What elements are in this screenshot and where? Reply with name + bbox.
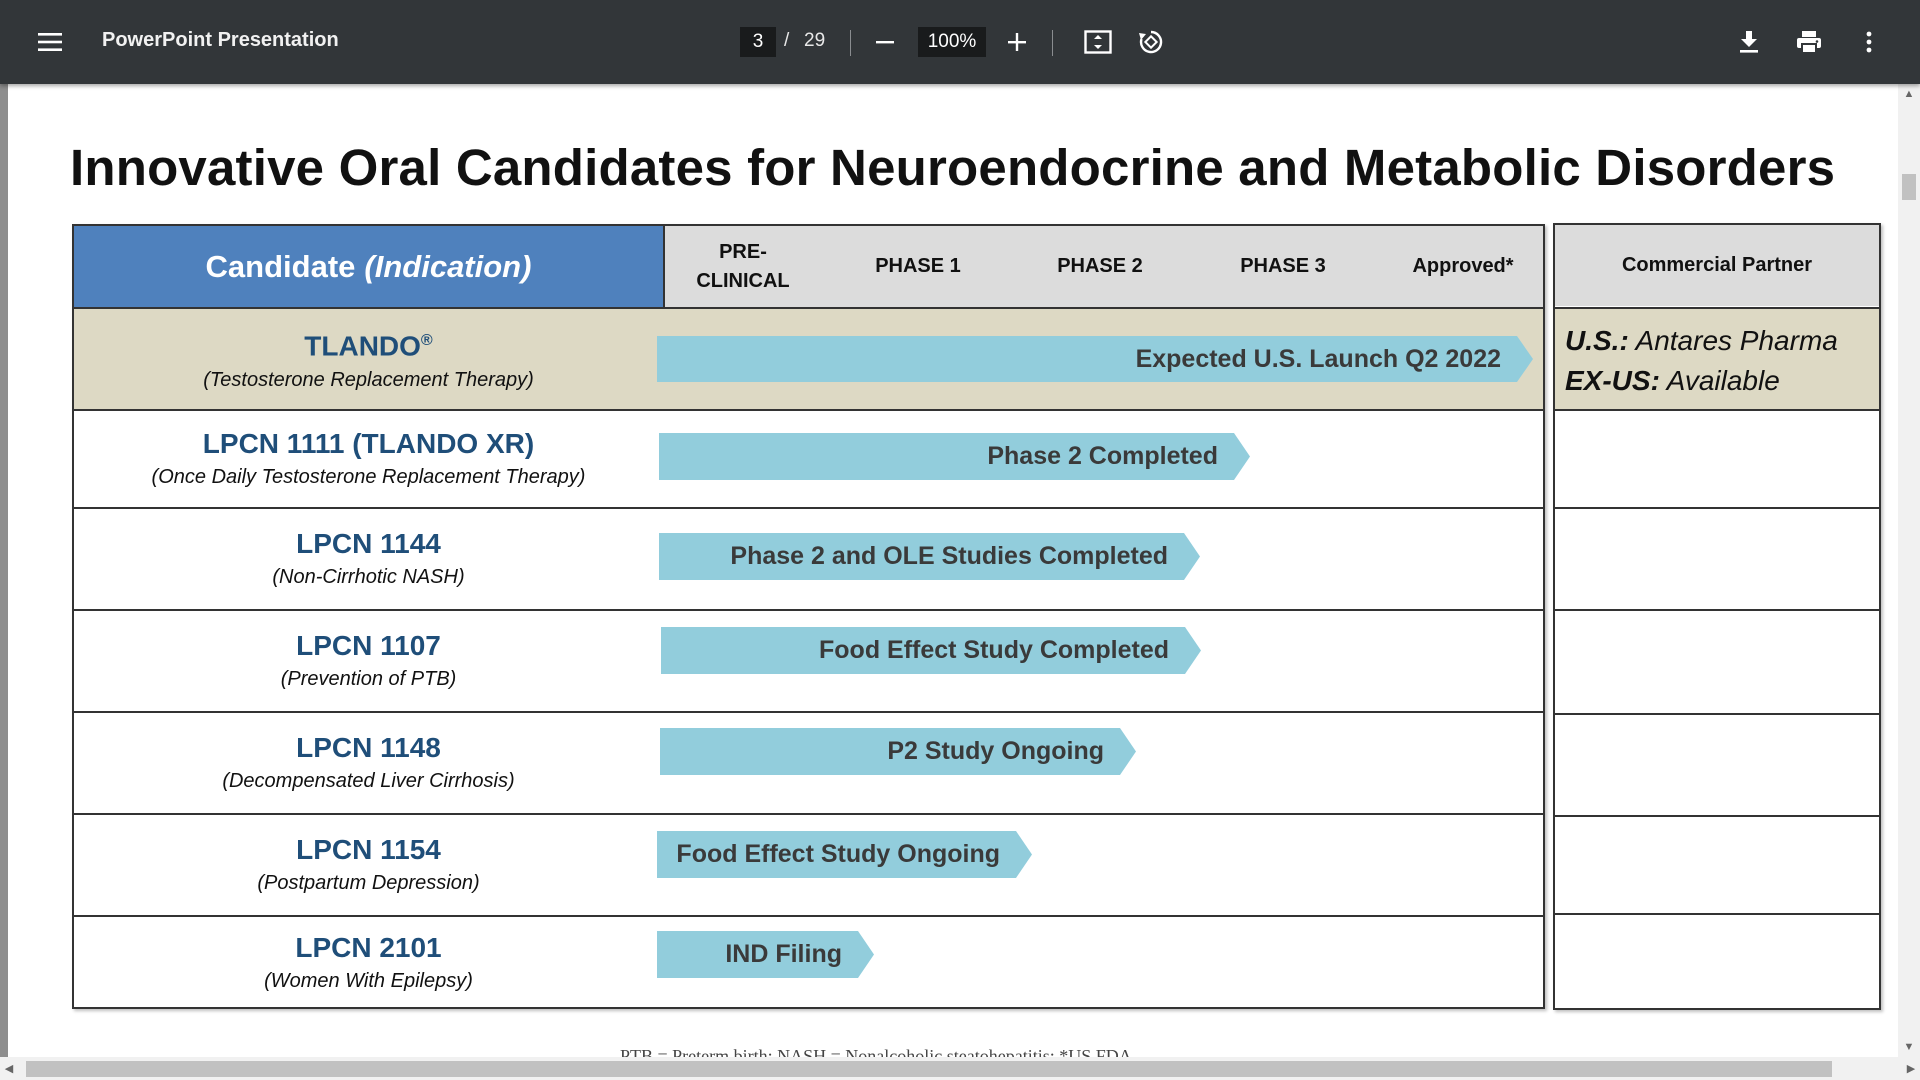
phase-label-approved: Approved*: [1412, 255, 1514, 277]
candidate-cell: LPCN 1111 (TLANDO XR) (Once Daily Testos…: [74, 411, 663, 507]
scroll-down-icon[interactable]: ▼: [1898, 1037, 1920, 1057]
commercial-partner-table: Commercial Partner U.S.: Antares Pharma …: [1553, 223, 1881, 1010]
document-title: PowerPoint Presentation: [102, 29, 339, 51]
pdf-page: Innovative Oral Candidates for Neuroendo…: [0, 84, 1898, 1057]
progress-arrow: IND Filing: [657, 931, 874, 978]
slide-title: Innovative Oral Candidates for Neuroendo…: [70, 139, 1836, 196]
partner-cell: [1555, 815, 1879, 913]
candidate-indication: (Decompensated Liver Cirrhosis): [222, 770, 515, 792]
candidate-name: LPCN 1144: [296, 528, 441, 559]
zoom-in-icon: [1008, 33, 1026, 51]
download-icon: [1740, 31, 1758, 53]
slide-footnote: PTB = Preterm birth; NASH = Nonalcoholic…: [620, 1046, 1132, 1057]
candidate-header-label: Candidate: [205, 248, 356, 284]
candidate-cell: LPCN 1144 (Non-Cirrhotic NASH): [74, 509, 663, 609]
candidate-indication: (Postpartum Depression): [257, 872, 480, 894]
horizontal-scroll-thumb[interactable]: [26, 1061, 1832, 1077]
candidate-name: TLANDO®: [304, 330, 433, 362]
pipeline-row: LPCN 1148 (Decompensated Liver Cirrhosis…: [74, 711, 1543, 813]
zoom-out-icon: [876, 41, 894, 44]
candidate-cell: LPCN 1154 (Postpartum Depression): [74, 815, 663, 915]
candidate-name: LPCN 2101: [295, 932, 442, 963]
candidate-indication: (Non-Cirrhotic NASH): [272, 566, 465, 588]
horizontal-scrollbar[interactable]: ◀ ▶: [0, 1057, 1920, 1080]
indication-header-label: (Indication): [364, 248, 532, 284]
phase-label-phase2: PHASE 2: [1057, 255, 1143, 277]
candidate-name: LPCN 1154: [296, 834, 441, 865]
progress-arrow: Food Effect Study Completed: [661, 627, 1201, 674]
vertical-scroll-thumb[interactable]: [1902, 174, 1916, 200]
candidate-indication: (Once Daily Testosterone Replacement The…: [151, 466, 586, 488]
download-button[interactable]: [1729, 22, 1769, 62]
candidate-indication: (Testosterone Replacement Therapy): [203, 368, 534, 391]
scroll-up-icon[interactable]: ▲: [1898, 84, 1920, 104]
progress-arrow: Food Effect Study Ongoing: [657, 831, 1032, 878]
candidate-indication: (Women With Epilepsy): [264, 970, 473, 992]
menu-button[interactable]: [30, 22, 70, 62]
partner-column-header: Commercial Partner: [1555, 225, 1879, 306]
partner-cell: [1555, 913, 1879, 1010]
scroll-right-icon[interactable]: ▶: [1902, 1057, 1920, 1080]
pipeline-table: Candidate (Indication) PRE- CLINICAL PHA…: [72, 224, 1545, 1009]
candidate-indication: (Prevention of PTB): [280, 668, 457, 690]
vertical-scrollbar[interactable]: ▲ ▼: [1898, 84, 1920, 1057]
progress-arrow: Phase 2 and OLE Studies Completed: [659, 533, 1200, 580]
candidate-cell: TLANDO® (Testosterone Replacement Therap…: [74, 309, 663, 409]
candidate-cell: LPCN 1107 (Prevention of PTB): [74, 611, 663, 711]
zoom-out-button[interactable]: [868, 22, 902, 62]
pipeline-row: LPCN 1154 (Postpartum Depression) Food E…: [74, 813, 1543, 915]
candidate-cell: LPCN 1148 (Decompensated Liver Cirrhosis…: [74, 713, 663, 813]
page-separator: /: [784, 30, 790, 51]
zoom-input[interactable]: 100%: [918, 27, 986, 57]
more-options-button[interactable]: [1849, 22, 1889, 62]
candidate-name: LPCN 1111 (TLANDO XR): [202, 428, 535, 459]
candidate-name: LPCN 1107: [296, 630, 441, 661]
progress-arrow: P2 Study Ongoing: [660, 728, 1136, 775]
page-total: 29: [804, 30, 826, 51]
phase-header: PRE- CLINICAL PHASE 1 PHASE 2 PHASE 3 Ap…: [663, 226, 1543, 307]
toolbar-divider: [1052, 30, 1053, 56]
pipeline-row: LPCN 2101 (Women With Epilepsy) IND Fili…: [74, 915, 1543, 1009]
toolbar-divider: [850, 30, 851, 56]
registered-mark: ®: [420, 332, 433, 350]
more-vert-icon: [1866, 31, 1872, 53]
partner-us: U.S.: Antares Pharma: [1565, 325, 1838, 356]
rotate-icon: [1139, 30, 1163, 54]
partner-cell: [1555, 507, 1879, 609]
pipeline-row: LPCN 1111 (TLANDO XR) (Once Daily Testos…: [74, 409, 1543, 507]
partner-cell: U.S.: Antares Pharma EX-US: Available: [1555, 307, 1879, 409]
partner-cell: [1555, 713, 1879, 815]
partner-exus: EX-US: Available: [1565, 365, 1780, 396]
scroll-left-icon[interactable]: ◀: [0, 1057, 18, 1080]
phase-label-phase1: PHASE 1: [875, 255, 961, 277]
viewer-left-edge: [0, 84, 8, 1057]
progress-arrow: Phase 2 Completed: [659, 433, 1250, 480]
pdf-toolbar: PowerPoint Presentation 3 / 29 100%: [0, 0, 1920, 84]
print-icon: [1797, 31, 1821, 54]
phase-label-preclinical: PRE- CLINICAL: [696, 240, 790, 292]
fit-page-icon: [1084, 30, 1112, 54]
print-button[interactable]: [1789, 22, 1829, 62]
partner-cell: [1555, 609, 1879, 713]
pipeline-row: LPCN 1144 (Non-Cirrhotic NASH) Phase 2 a…: [74, 507, 1543, 609]
rotate-button[interactable]: [1131, 22, 1171, 62]
pipeline-row: TLANDO® (Testosterone Replacement Therap…: [74, 307, 1543, 409]
page-number-input[interactable]: 3: [740, 27, 776, 57]
zoom-in-button[interactable]: [1000, 22, 1034, 62]
phase-label-phase3: PHASE 3: [1240, 255, 1326, 277]
pipeline-row: LPCN 1107 (Prevention of PTB) Food Effec…: [74, 609, 1543, 711]
progress-arrow: Expected U.S. Launch Q2 2022: [657, 336, 1533, 382]
candidate-column-header: Candidate (Indication): [74, 226, 663, 307]
fit-to-page-button[interactable]: [1078, 22, 1118, 62]
candidate-cell: LPCN 2101 (Women With Epilepsy): [74, 917, 663, 1009]
menu-icon: [38, 33, 62, 51]
partner-cell: [1555, 409, 1879, 507]
candidate-name: LPCN 1148: [296, 732, 441, 763]
